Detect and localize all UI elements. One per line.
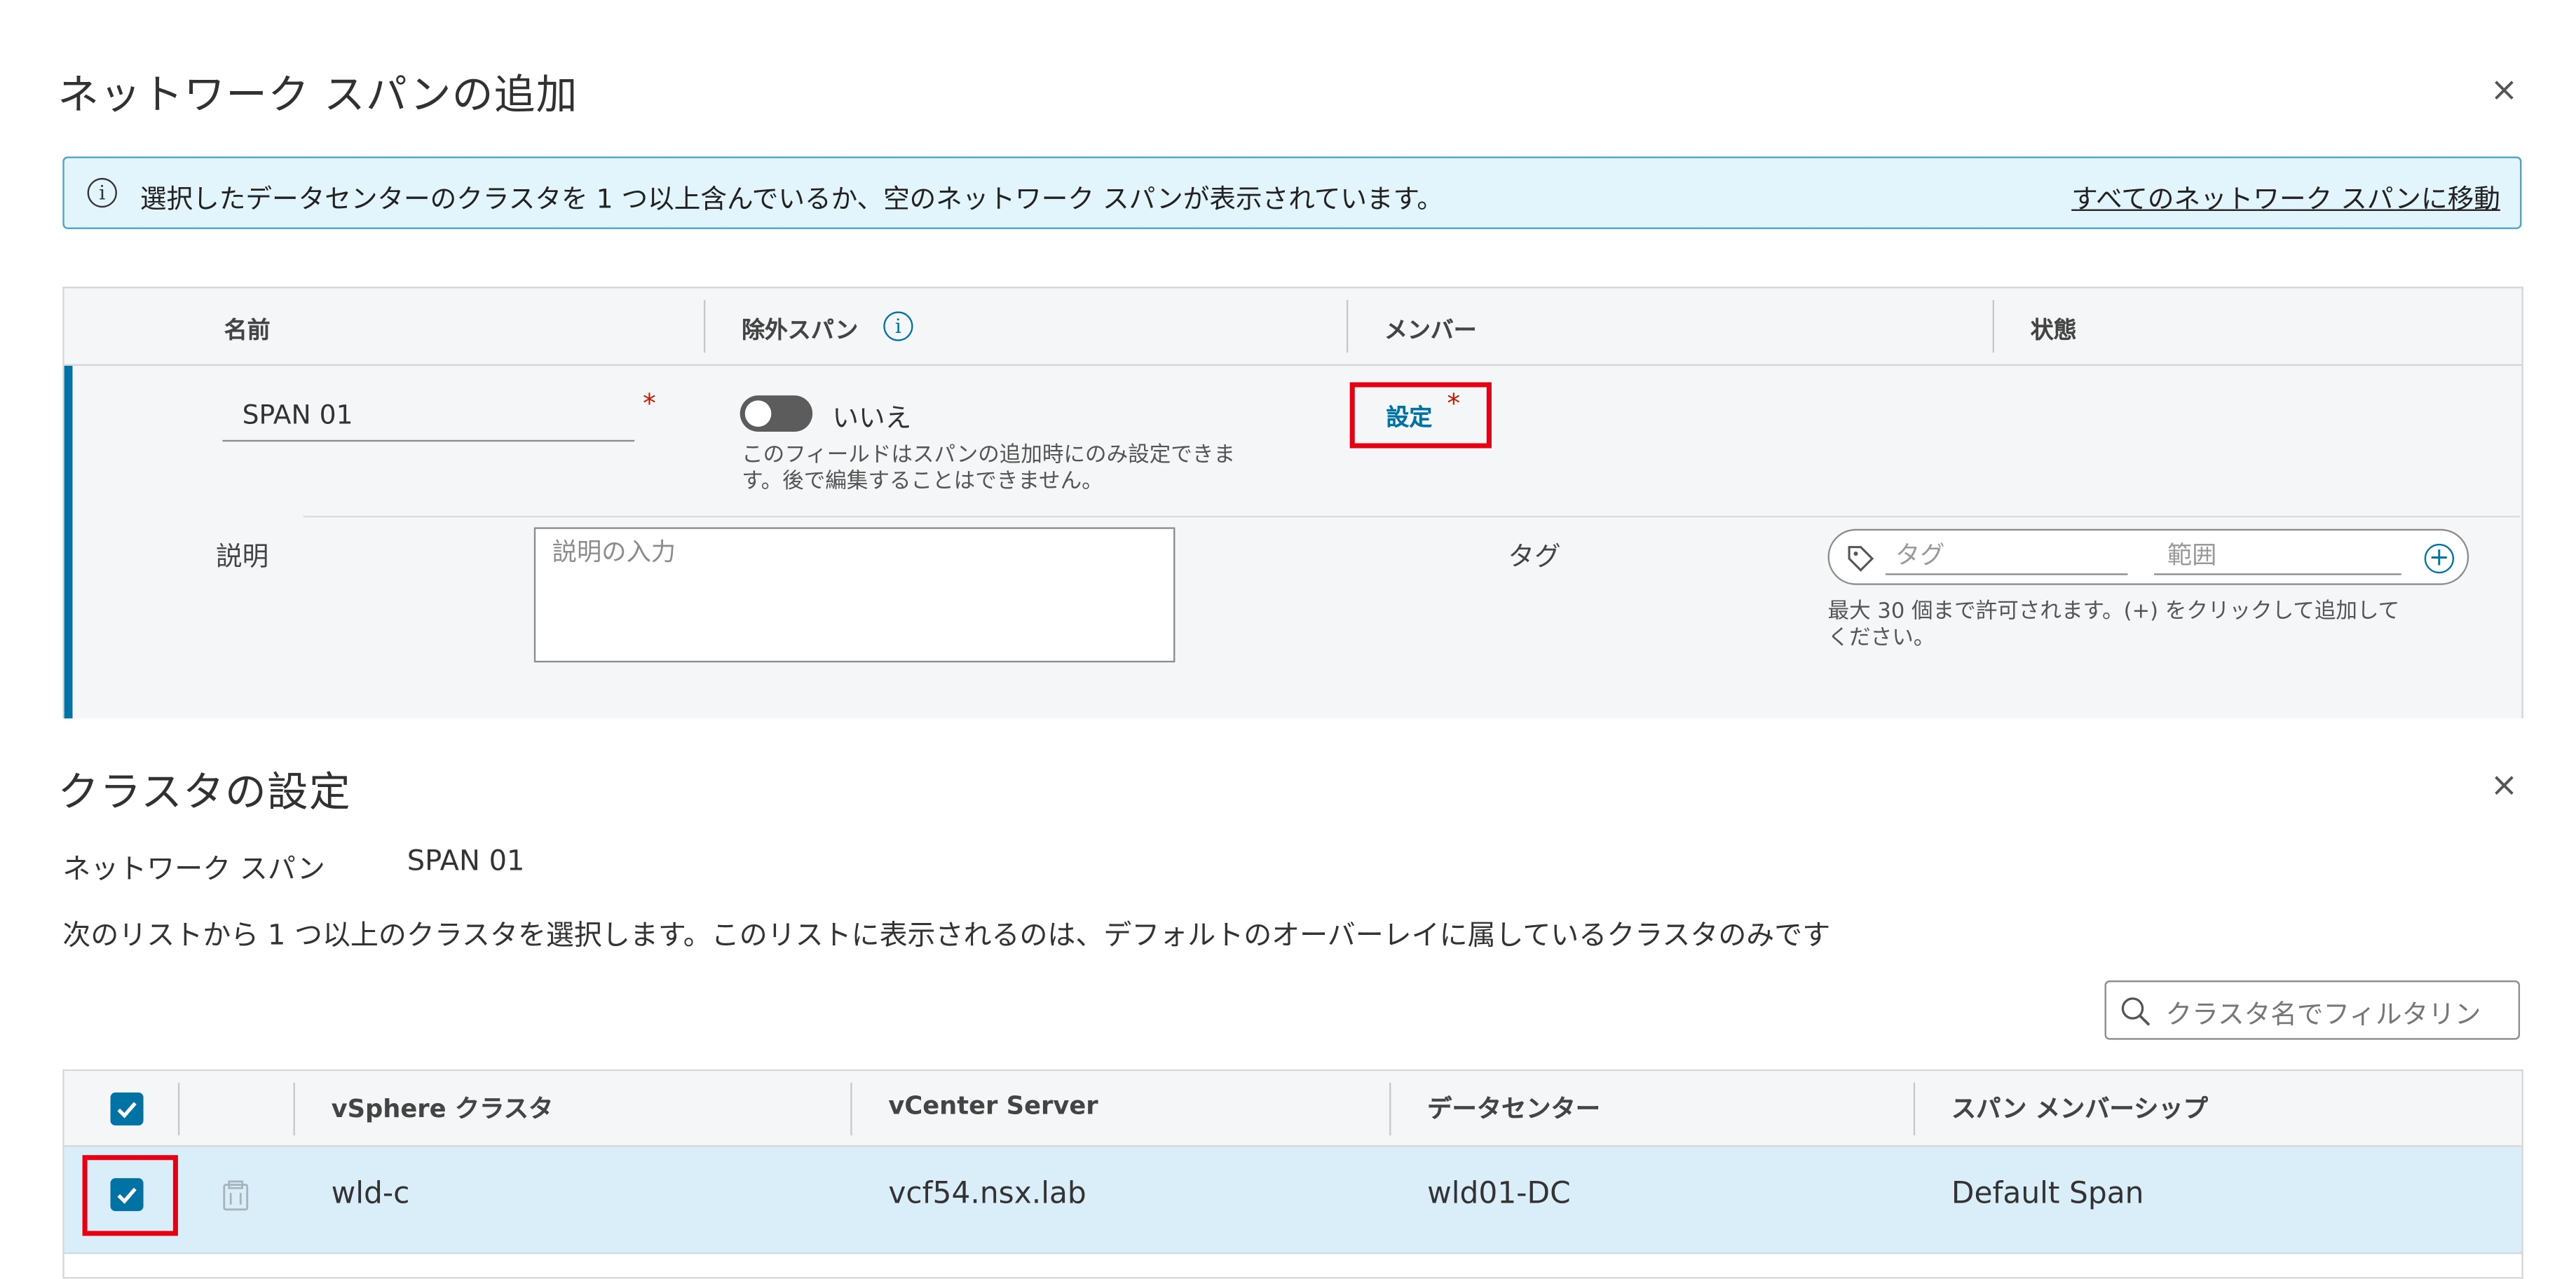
search-icon: [2121, 997, 2151, 1026]
column-divider: [1389, 1082, 1391, 1136]
select-all-checkbox[interactable]: [110, 1092, 144, 1126]
grid-header: 名前 除外スパン i メンバー 状態: [64, 288, 2522, 366]
toggle-help-line-1: このフィールドはスパンの追加時にのみ設定できま: [742, 443, 1236, 468]
cluster-filter-input[interactable]: クラスタ名でフィルタリン: [2104, 980, 2521, 1040]
cell-datacenter: wld01-DC: [1427, 1176, 1571, 1212]
description-label: 説明: [216, 540, 269, 572]
network-span-label: ネットワーク スパン: [62, 853, 325, 887]
column-divider: [1913, 1082, 1916, 1136]
toggle-label: いいえ: [832, 402, 912, 434]
members-settings-link[interactable]: 設定: [1386, 400, 1432, 433]
close-icon[interactable]: ×: [2490, 72, 2518, 105]
header-excluded-span: 除外スパン: [742, 317, 859, 345]
tag-label: タグ: [1508, 540, 1561, 572]
header-vsphere-cluster[interactable]: vSphere クラスタ: [332, 1091, 554, 1126]
add-tag-icon[interactable]: +: [2424, 543, 2455, 574]
info-icon: i: [87, 177, 117, 208]
column-divider: [1346, 299, 1349, 353]
cell-cluster: wld-c: [331, 1176, 410, 1212]
toggle-help-line-2: す。後で編集することはできません。: [742, 470, 1103, 495]
tag-input-group: タグ 範囲 +: [1827, 528, 2469, 585]
excluded-span-toggle[interactable]: [740, 395, 813, 432]
row-checkbox[interactable]: [110, 1178, 144, 1212]
close-icon[interactable]: ×: [2490, 768, 2518, 801]
span-grid: 名前 除外スパン i メンバー 状態 SPAN 01 * いいえ このフィールド…: [62, 287, 2523, 720]
column-divider: [850, 1082, 852, 1136]
required-marker: *: [1447, 387, 1461, 419]
column-divider: [1992, 299, 1995, 353]
tag-underline: [1885, 573, 2128, 575]
cell-vcenter: vcf54.nsx.lab: [888, 1176, 1086, 1212]
filter-placeholder: クラスタ名でフィルタリン: [2165, 998, 2481, 1030]
cluster-icon: [223, 1180, 249, 1211]
header-span-membership[interactable]: スパン メンバーシップ: [1951, 1091, 2208, 1126]
description-textarea[interactable]: 説明の入力: [533, 527, 1175, 663]
row-accent-bar: [64, 365, 73, 720]
header-vcenter-server[interactable]: vCenter Server: [888, 1091, 1098, 1121]
header-datacenter[interactable]: データセンター: [1427, 1091, 1600, 1126]
header-members: メンバー: [1384, 317, 1477, 345]
banner-text: 選択したデータセンターのクラスタを 1 つ以上含んでいるか、空のネットワーク ス…: [139, 182, 1444, 214]
info-icon[interactable]: i: [883, 311, 913, 341]
header-status: 状態: [2030, 317, 2077, 345]
scope-underline: [2154, 573, 2401, 575]
network-span-value: SPAN 01: [407, 845, 525, 879]
span-name-input[interactable]: SPAN 01: [243, 399, 353, 430]
table-header: vSphere クラスタ vCenter Server データセンター スパン …: [64, 1071, 2522, 1147]
table-row[interactable]: wld-c vcf54.nsx.lab wld01-DC Default Spa…: [64, 1147, 2522, 1254]
info-banner: i 選択したデータセンターのクラスタを 1 つ以上含んでいるか、空のネットワーク…: [62, 156, 2522, 229]
cluster-dialog-title: クラスタの設定: [57, 767, 351, 816]
cluster-table: vSphere クラスタ vCenter Server データセンター スパン …: [62, 1069, 2523, 1279]
column-divider: [177, 1082, 180, 1136]
row-divider: [303, 515, 2521, 518]
input-underline: [222, 439, 635, 442]
toggle-knob: [744, 400, 772, 427]
scope-input[interactable]: 範囲: [2167, 538, 2217, 572]
column-divider: [293, 1082, 295, 1136]
all-spans-link[interactable]: すべてのネットワーク スパンに移動: [2071, 177, 2500, 216]
column-divider: [703, 299, 706, 353]
instruction-text: 次のリストから 1 つ以上のクラスタを選択します。このリストに表示されるのは、デ…: [62, 919, 1831, 953]
tag-input[interactable]: タグ: [1895, 538, 1945, 572]
description-placeholder: 説明の入力: [552, 537, 676, 567]
tag-icon: [1848, 546, 1874, 572]
header-name: 名前: [224, 317, 271, 345]
required-marker: *: [642, 387, 656, 419]
tag-help-line-2: ください。: [1827, 626, 1935, 651]
cell-membership: Default Span: [1951, 1176, 2144, 1212]
dialog-title: ネットワーク スパンの追加: [57, 71, 578, 119]
tag-help-line-1: 最大 30 個まで許可されます。(+) をクリックして追加して: [1827, 599, 2400, 625]
